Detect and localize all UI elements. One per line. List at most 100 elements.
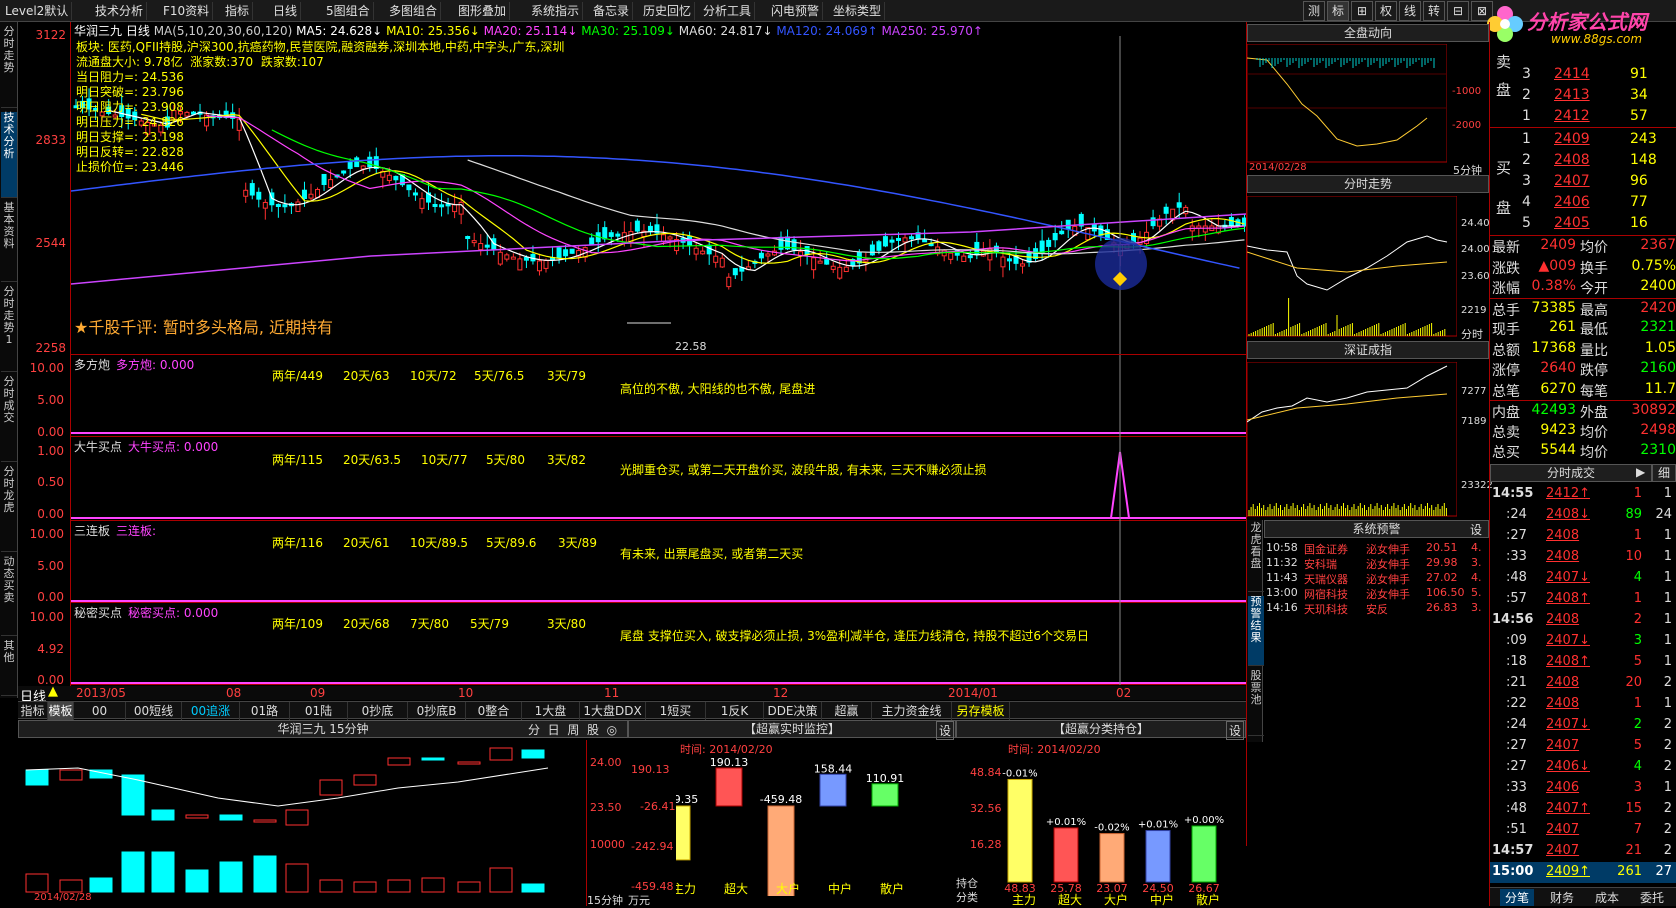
menu-flash[interactable]: 闪电预警 <box>768 2 824 20</box>
buy-row[interactable]: 2 2408 148 <box>1490 150 1676 171</box>
nav-timeshare1[interactable]: 分时走势1 <box>1 286 17 372</box>
tab-cost[interactable]: 成本 <box>1595 889 1619 906</box>
sell-row[interactable]: 3 2414 91 <box>1490 64 1676 85</box>
candle-body <box>406 184 412 191</box>
mini-btn-settings[interactable]: ◎ <box>607 723 617 737</box>
template-tab[interactable]: 1大盘DDX <box>580 702 646 720</box>
tick-row[interactable]: 14:56 2408 2 1 <box>1490 610 1676 631</box>
toolbar-mark[interactable]: 标 <box>1327 1 1349 21</box>
buy-row[interactable]: 1 2409 243 <box>1490 129 1676 150</box>
ticks-detail-button[interactable]: 细 <box>1652 464 1676 482</box>
menu-level2[interactable]: Level2默认 <box>2 2 73 20</box>
menu-f10[interactable]: F10资料 <box>160 2 214 20</box>
alert-row[interactable]: 14:16 天玑科技 安反 26.83 3. <box>1266 601 1488 616</box>
menu-tools[interactable]: 分析工具 <box>700 2 756 20</box>
tick-row[interactable]: :48 2407↑ 15 2 <box>1490 799 1676 820</box>
menu-5chart[interactable]: 5图组合 <box>323 2 374 20</box>
quote-label: 总笔 <box>1492 383 1520 400</box>
toolbar-min[interactable]: ⊟ <box>1447 1 1469 21</box>
menu-memo[interactable]: 备忘录 <box>590 2 634 20</box>
template-tab[interactable]: 1大盘 <box>522 702 580 720</box>
menu-overlay[interactable]: 图形叠加 <box>455 2 511 20</box>
mini-btn-gu[interactable]: 股 <box>587 723 599 737</box>
mini-btn-ri[interactable]: 日 <box>548 723 560 737</box>
tick-row[interactable]: :21 2408 20 2 <box>1490 673 1676 694</box>
menu-indicator[interactable]: 指标 <box>222 2 254 20</box>
sell-row[interactable]: 2 2413 34 <box>1490 85 1676 106</box>
template-tab[interactable]: 指标 <box>18 702 48 720</box>
alert-set-button[interactable]: 设 <box>1470 521 1482 538</box>
toolbar-measure[interactable]: 测 <box>1303 1 1325 21</box>
template-tab[interactable]: 01路 <box>240 702 290 720</box>
toolbar-line[interactable]: 线 <box>1399 1 1421 21</box>
template-tab[interactable]: 1反K <box>706 702 764 720</box>
menu-daily[interactable]: 日线 <box>270 2 302 20</box>
candle-body <box>262 201 268 209</box>
template-tab[interactable]: DDE决策 <box>764 702 822 720</box>
menu-multichart[interactable]: 多图组合 <box>386 2 442 20</box>
alert-row[interactable]: 11:32 安科瑞 泌女伸手 29.98 3. <box>1266 556 1488 571</box>
tick-row[interactable]: :27 2407 5 2 <box>1490 736 1676 757</box>
tick-row[interactable]: 15:00 2409↑ 261 27 <box>1490 862 1676 883</box>
template-tab[interactable]: 0抄底B <box>408 702 466 720</box>
tick-row[interactable]: :22 2408 1 1 <box>1490 694 1676 715</box>
tab-finance[interactable]: 财务 <box>1550 889 1574 906</box>
tick-row[interactable]: :33 2408 10 1 <box>1490 547 1676 568</box>
tick-row[interactable]: 14:55 2412↑ 1 1 <box>1490 484 1676 505</box>
menu-history[interactable]: 历史回忆 <box>640 2 696 20</box>
tick-row[interactable]: :24 2407↓ 2 2 <box>1490 715 1676 736</box>
tab-dragon[interactable]: 龙虎看盘 <box>1248 522 1264 592</box>
template-tab[interactable]: 另存模板 <box>952 702 1010 720</box>
menu-tech-analysis[interactable]: 技术分析 <box>92 2 148 20</box>
alert-cell: 安反 <box>1366 603 1388 616</box>
buy-row[interactable]: 5 2405 16 <box>1490 213 1676 234</box>
toolbar-grid[interactable]: ⊞ <box>1351 1 1373 21</box>
tick-row[interactable]: :24 2408↓ 89 24 <box>1490 505 1676 526</box>
template-tab[interactable]: 模板 <box>48 702 74 720</box>
tick-row[interactable]: :33 2406 3 1 <box>1490 778 1676 799</box>
sell-row[interactable]: 1 2412 57 <box>1490 106 1676 127</box>
template-tab[interactable]: 主力资金线 <box>872 702 952 720</box>
mini-btn-zhou[interactable]: 周 <box>567 723 579 737</box>
tick-row[interactable]: 14:57 2407 21 2 <box>1490 841 1676 862</box>
toolbar-rotate[interactable]: 转 <box>1423 1 1445 21</box>
toolbar-rights[interactable]: 权 <box>1375 1 1397 21</box>
tab-alert-result[interactable]: 预警结果 <box>1248 596 1264 666</box>
buy-row[interactable]: 3 2407 96 <box>1490 171 1676 192</box>
ctrl-set-button[interactable]: 设 <box>936 721 955 740</box>
tick-row[interactable]: :57 2408↑ 1 1 <box>1490 589 1676 610</box>
tick-row[interactable]: :48 2407↓ 4 1 <box>1490 568 1676 589</box>
template-tab[interactable]: 超赢 <box>822 702 872 720</box>
tick-row[interactable]: :18 2408↑ 5 1 <box>1490 652 1676 673</box>
template-tab[interactable]: 0整合 <box>466 702 522 720</box>
buy-row[interactable]: 4 2406 77 <box>1490 192 1676 213</box>
menu-coord[interactable]: 坐标类型 <box>830 2 886 20</box>
tab-stock-pool[interactable]: 股票池 <box>1248 670 1264 736</box>
candle-body <box>308 193 314 199</box>
tick-row[interactable]: :27 2406↓ 4 2 <box>1490 757 1676 778</box>
template-tab[interactable]: 1短买 <box>646 702 706 720</box>
info-zl: 当日阻力=: 24.536 <box>76 70 184 84</box>
alert-row[interactable]: 10:58 国金证券 泌女伸手 20.51 4. <box>1266 541 1488 556</box>
menu-system[interactable]: 系统指示 <box>528 2 584 20</box>
alert-row[interactable]: 13:00 网宿科技 泌女伸手 106.50 5. <box>1266 586 1488 601</box>
tick-volume: 3 <box>1633 633 1642 648</box>
template-tab[interactable]: 00 <box>74 702 126 720</box>
alert-row[interactable]: 11:43 天瑞仪器 泌女伸手 27.02 4. <box>1266 571 1488 586</box>
logo-text: 分析家公式网 <box>1527 10 1647 34</box>
buy-index: 1 <box>1522 131 1531 147</box>
qpd-line <box>1247 57 1428 147</box>
mini-btn-fen[interactable]: 分 <box>528 723 540 737</box>
tab-entrust[interactable]: 委托 <box>1640 889 1664 906</box>
hold-set-button[interactable]: 设 <box>1226 721 1245 740</box>
ticks-expand-icon[interactable]: ▶ <box>1636 465 1645 479</box>
tick-row[interactable]: :09 2407↓ 3 1 <box>1490 631 1676 652</box>
tick-row[interactable]: :51 2407 7 2 <box>1490 820 1676 841</box>
nav-tech[interactable]: 技术分析 <box>1 112 17 198</box>
template-tab[interactable]: 01陆 <box>290 702 348 720</box>
tab-ticks[interactable]: 分笔 <box>1500 889 1535 906</box>
template-tab[interactable]: 00追涨 <box>182 702 240 720</box>
tick-row[interactable]: :27 2408 1 1 <box>1490 526 1676 547</box>
template-tab[interactable]: 0抄底 <box>348 702 408 720</box>
template-tab[interactable]: 00短线 <box>126 702 182 720</box>
